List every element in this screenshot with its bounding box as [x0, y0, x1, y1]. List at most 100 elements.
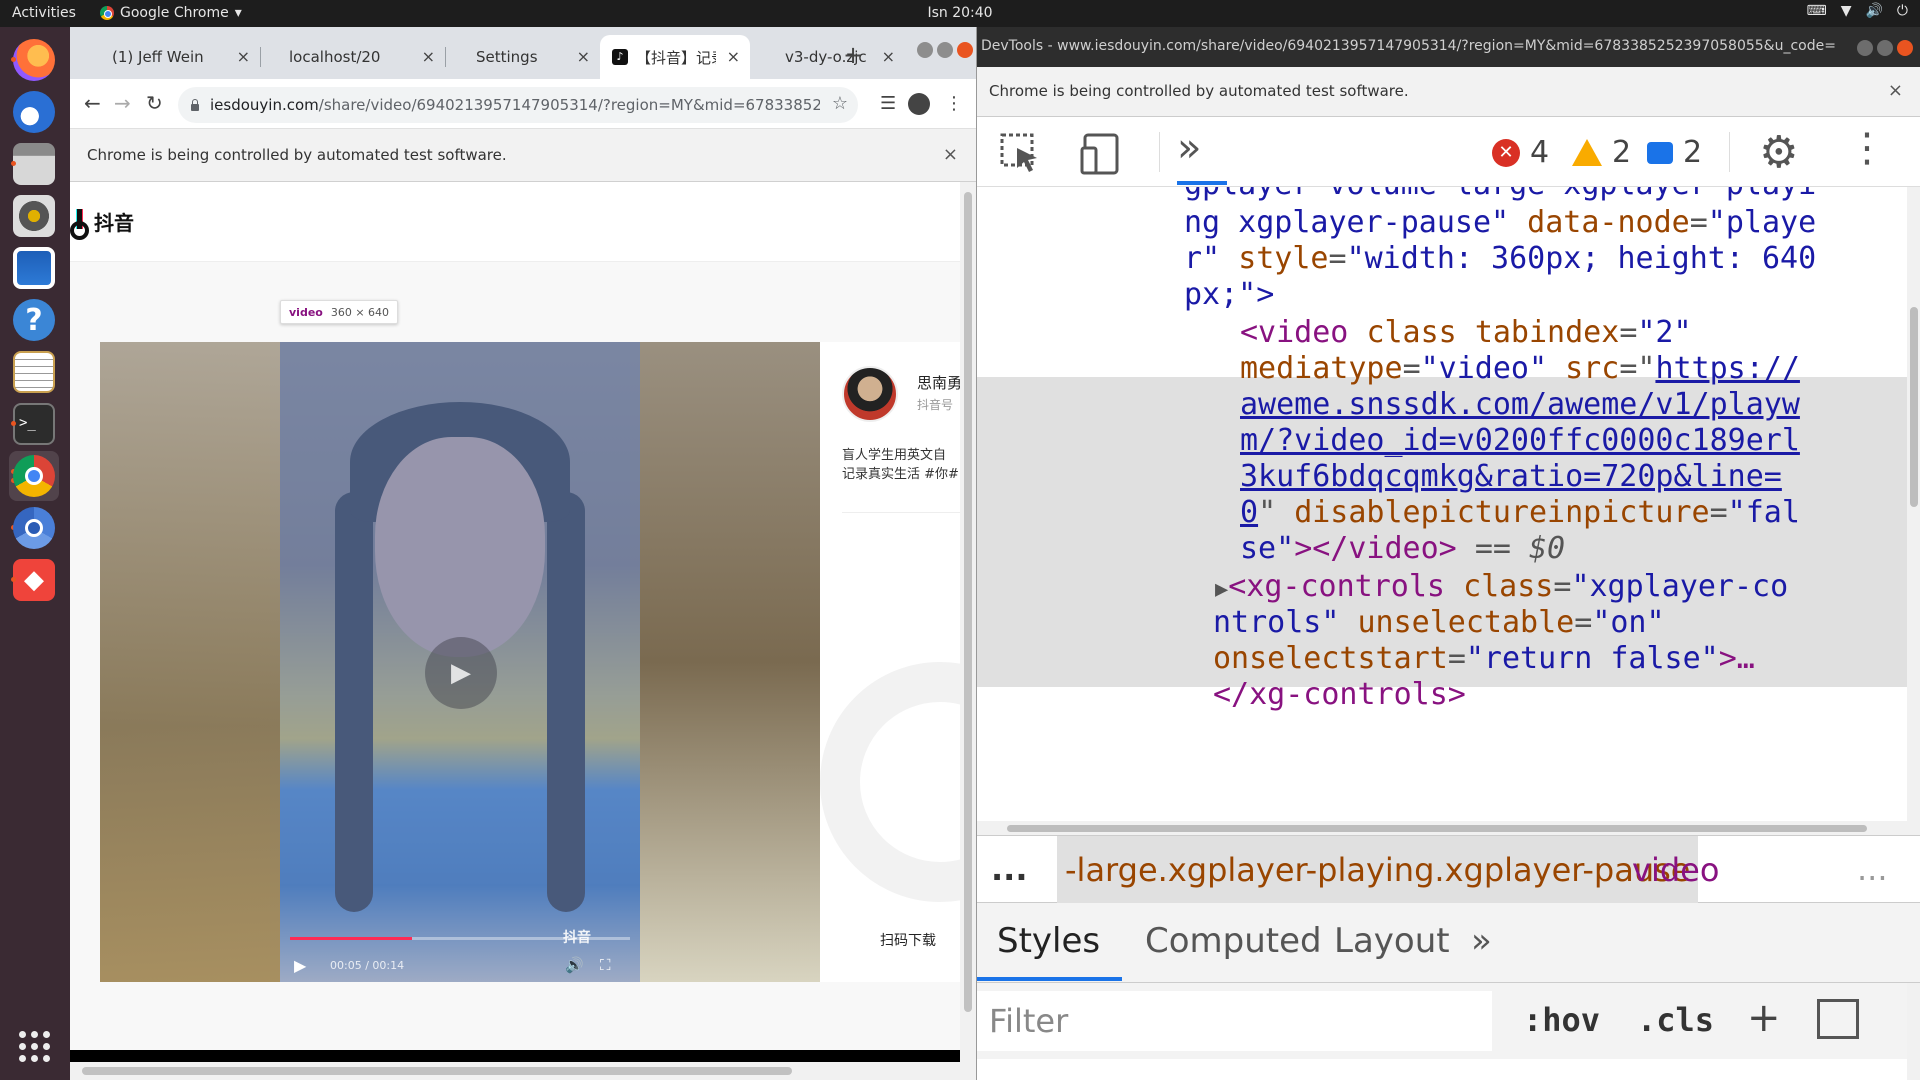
minimize-button[interactable] [917, 42, 933, 58]
tab-close-icon[interactable]: × [422, 47, 435, 66]
tab-computed[interactable]: Computed [1145, 921, 1322, 961]
douyin-logo[interactable]: 抖音 [70, 207, 134, 240]
profile-avatar-icon[interactable] [908, 93, 930, 115]
scrollbar-thumb[interactable] [1007, 825, 1867, 832]
volume-icon[interactable]: 🔊 [1865, 3, 1882, 19]
tab-douyin[interactable]: ♪ 【抖音】记录 × [600, 35, 750, 79]
maximize-button[interactable] [1877, 40, 1893, 56]
page-vertical-scrollbar[interactable] [960, 182, 976, 1062]
dock-terminal[interactable]: >_ [9, 399, 59, 449]
show-apps-button[interactable] [9, 1021, 59, 1071]
breadcrumb-item[interactable]: -large.xgplayer-playing.xgplayer-pause [1057, 836, 1699, 904]
reload-icon[interactable]: ↻ [146, 91, 163, 115]
tab-styles[interactable]: Styles [997, 921, 1100, 961]
bookmark-star-icon[interactable]: ☆ [832, 93, 848, 114]
dom-line-xg-controls[interactable]: </xg-controls> [1213, 673, 1466, 717]
author-avatar[interactable] [842, 366, 898, 422]
network-icon[interactable]: ▼ [1841, 3, 1852, 19]
breadcrumb-item-video[interactable]: video [1612, 836, 1739, 904]
tab-close-icon[interactable]: × [727, 47, 740, 66]
dock-thunderbird[interactable] [9, 87, 59, 137]
src-link[interactable]: aweme.snssdk.com/aweme/v1/playw [1240, 387, 1800, 422]
power-icon[interactable]: ⏻ [1897, 3, 1908, 19]
dock-files[interactable] [9, 139, 59, 189]
hov-toggle[interactable]: :hov [1523, 1001, 1600, 1039]
tab-close-icon[interactable]: × [577, 47, 590, 66]
lock-icon[interactable] [190, 99, 200, 111]
dom-horizontal-scrollbar[interactable] [977, 821, 1907, 835]
scrollbar-thumb[interactable] [964, 192, 972, 1012]
styles-filter-input[interactable]: Filter [977, 991, 1492, 1051]
address-bar[interactable]: iesdouyin.com/share/video/69402139571479… [178, 87, 858, 123]
window-close-button[interactable] [957, 42, 973, 58]
dock-rhythmbox[interactable] [9, 191, 59, 241]
tab-jeff[interactable]: (1) Jeff Wein × [100, 35, 260, 79]
messages-badge[interactable]: 2 [1647, 135, 1702, 170]
play-icon[interactable]: ▶ [425, 637, 497, 709]
reading-list-icon[interactable]: ☰ [880, 93, 896, 114]
fullscreen-icon[interactable]: ⛶ [600, 956, 611, 974]
dom-line[interactable]: r" style="width: 360px; height: 640 [1184, 237, 1816, 281]
tab-close-icon[interactable]: × [882, 47, 895, 66]
kebab-menu-icon[interactable]: ⋮ [945, 93, 963, 114]
device-toolbar-icon[interactable] [1079, 132, 1123, 176]
dom-vertical-scrollbar[interactable] [1907, 187, 1920, 835]
active-tab-indicator [977, 977, 1122, 981]
progress-bar[interactable] [290, 937, 630, 940]
volume-icon[interactable]: 🔊 [565, 956, 584, 974]
dock-anydesk[interactable]: ◆ [9, 555, 59, 605]
infobar-close-icon[interactable]: × [1888, 80, 1903, 101]
settings-gear-icon[interactable]: ⚙ [1759, 127, 1798, 178]
new-style-rule-icon[interactable]: + [1747, 995, 1781, 1041]
author-name[interactable]: 思南勇 [917, 372, 960, 393]
expand-triangle-icon[interactable]: ▶ [1215, 577, 1228, 602]
clock[interactable]: Isn 20:40 [925, 5, 995, 21]
page-horizontal-scrollbar[interactable] [70, 1062, 976, 1080]
activities-button[interactable]: Activities [12, 5, 76, 21]
tab-settings[interactable]: Settings × [450, 35, 600, 79]
back-icon[interactable]: ← [84, 91, 101, 115]
dock-help[interactable]: ? [9, 295, 59, 345]
system-tray[interactable]: ⌨ ▼ 🔊 ⏻ [1806, 3, 1908, 19]
forward-icon[interactable]: → [114, 91, 131, 115]
app-menu[interactable]: Google Chrome ▾ [100, 5, 242, 21]
dock-writer[interactable] [9, 243, 59, 293]
src-link[interactable]: 3kuf6bdqcqmkg&ratio=720p&line= [1240, 459, 1782, 494]
play-control-icon[interactable]: ▶ [294, 956, 306, 975]
tab-layout[interactable]: Layout [1334, 921, 1450, 961]
tab-zjcdn[interactable]: v3-dy-o.zjcdn × [755, 35, 905, 79]
qr-download-label[interactable]: 扫码下载 [880, 930, 936, 950]
breadcrumb-overflow[interactable]: ... [1857, 850, 1888, 888]
src-link[interactable]: https:// [1655, 351, 1800, 386]
scrollbar-thumb[interactable] [1910, 307, 1918, 507]
error-icon: ✕ [1492, 138, 1520, 167]
maximize-button[interactable] [937, 42, 953, 58]
infobar-close-icon[interactable]: × [943, 144, 958, 165]
minimize-button[interactable] [1857, 40, 1873, 56]
window-close-button[interactable] [1897, 40, 1913, 56]
cls-toggle[interactable]: .cls [1637, 1001, 1714, 1039]
more-panels-icon[interactable]: » [1177, 125, 1201, 171]
dock-chromium[interactable] [9, 503, 59, 553]
tab-close-icon[interactable]: × [237, 47, 250, 66]
kebab-menu-icon[interactable]: ⋮ [1847, 125, 1887, 171]
styles-vertical-scrollbar[interactable] [1907, 983, 1920, 1080]
dock-firefox[interactable] [9, 35, 59, 85]
dock-chrome[interactable] [9, 451, 59, 501]
tab-localhost[interactable]: localhost/20 × [265, 35, 445, 79]
new-tab-button[interactable]: + [843, 41, 863, 69]
breadcrumb-overflow[interactable]: ... [991, 850, 1027, 888]
src-link[interactable]: 0 [1240, 495, 1258, 530]
keyboard-icon[interactable]: ⌨ [1806, 3, 1826, 19]
chrome-icon [100, 6, 114, 20]
video-player[interactable]: ▶ 抖音 ▶ 00:05 / 00:14 🔊 ⛶ [280, 342, 640, 982]
scrollbar-thumb[interactable] [82, 1067, 792, 1075]
src-link[interactable]: m/?video_id=v0200ffc0000c189erl [1240, 423, 1800, 458]
errors-badge[interactable]: ✕ 4 [1492, 135, 1549, 170]
more-tabs-icon[interactable]: » [1471, 921, 1492, 961]
elements-dom-tree[interactable]: gplayer-volume-large xgplayer-playi ng x… [977, 187, 1920, 835]
toggle-sidebar-icon[interactable] [1817, 999, 1859, 1039]
dock-text-editor[interactable] [9, 347, 59, 397]
inspect-element-icon[interactable] [999, 132, 1043, 176]
warnings-badge[interactable]: 2 [1572, 135, 1631, 170]
